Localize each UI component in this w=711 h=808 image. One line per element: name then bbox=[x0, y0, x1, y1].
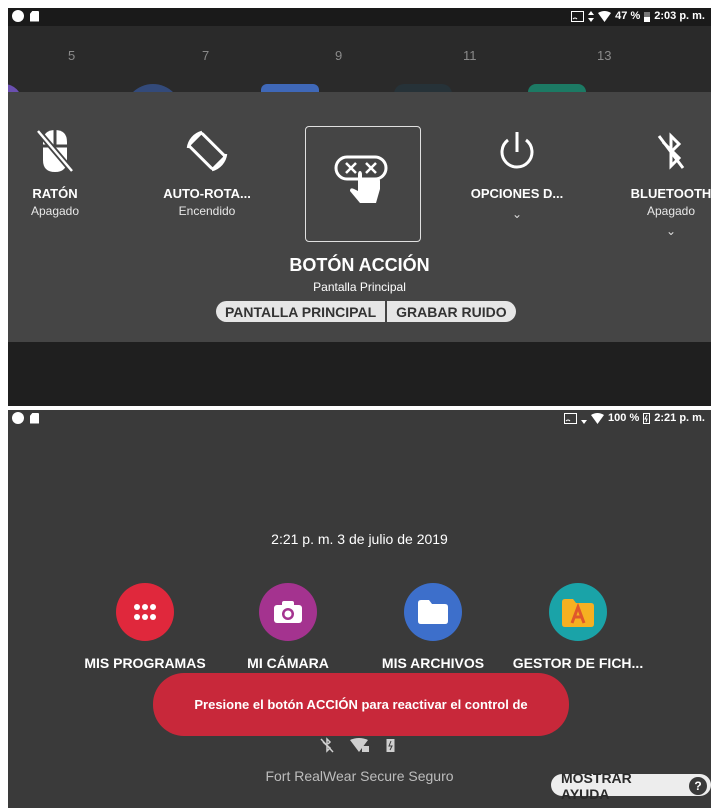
launcher-number: 7 bbox=[202, 48, 210, 63]
battery-icon bbox=[644, 11, 651, 22]
quick-settings-panel: RATÓN Apagado AUTO-ROTA... Encendido OPC… bbox=[8, 92, 711, 342]
lock-screen-indicators bbox=[320, 737, 395, 753]
tile-label: BLUETOOTH bbox=[630, 186, 711, 201]
action-button-tile[interactable] bbox=[305, 126, 421, 242]
tile-label: AUTO-ROTA... bbox=[163, 186, 251, 201]
app-label: GESTOR DE FICH... bbox=[512, 655, 644, 671]
status-time: 2:03 p. m. bbox=[654, 10, 705, 22]
launcher-number: 5 bbox=[68, 48, 76, 63]
power-icon bbox=[500, 132, 534, 169]
toast-message: Presione el botón ACCIÓN para reactivar … bbox=[153, 673, 569, 736]
notification-dot-icon bbox=[12, 412, 24, 424]
bluetooth-off-icon bbox=[657, 132, 685, 170]
tile-bluetooth[interactable]: BLUETOOTH Apagado ⌄ bbox=[606, 128, 711, 238]
launcher-number: 11 bbox=[463, 48, 477, 63]
battery-charging-icon bbox=[643, 413, 651, 424]
cast-icon bbox=[571, 10, 585, 22]
wifi-icon bbox=[591, 412, 605, 424]
mouse-off-icon bbox=[35, 129, 75, 173]
tile-status: Apagado bbox=[646, 204, 696, 218]
launcher-number: 13 bbox=[597, 48, 612, 63]
help-icon: ? bbox=[689, 777, 707, 795]
tile-label: RATÓN bbox=[32, 186, 78, 201]
camera-icon bbox=[259, 583, 317, 641]
lock-screen-datetime: 2:21 p. m. 3 de julio de 2019 bbox=[271, 531, 448, 547]
data-arrows-icon bbox=[581, 419, 588, 424]
tile-mouse[interactable]: RATÓN Apagado bbox=[8, 128, 120, 218]
wifi-lock-icon bbox=[350, 738, 369, 752]
tile-power-options[interactable]: OPCIONES D... ⌄ bbox=[452, 128, 582, 221]
launcher-background: 5 7 9 11 13 bbox=[8, 26, 711, 114]
action-button-subtitle: Pantalla Principal bbox=[313, 280, 406, 294]
app-mis-programas[interactable]: MIS PROGRAMAS bbox=[75, 583, 215, 671]
status-bar: 47 % 2:03 p. m. bbox=[8, 8, 711, 26]
battery-charging-icon bbox=[386, 739, 395, 752]
action-button-title: BOTÓN ACCIÓN bbox=[289, 255, 430, 275]
app-gestor-de-ficheros[interactable]: GESTOR DE FICH... bbox=[508, 583, 648, 671]
cast-icon bbox=[564, 412, 578, 424]
sd-card-icon bbox=[30, 412, 39, 424]
action-mode-selector: PANTALLA PRINCIPAL GRABAR RUIDO bbox=[216, 301, 516, 322]
app-mi-camara[interactable]: MI CÁMARA bbox=[218, 583, 358, 671]
app-label: MI CÁMARA bbox=[247, 655, 329, 671]
bluetooth-off-icon bbox=[320, 737, 334, 753]
status-bar: 100 % 2:21 p. m. bbox=[8, 410, 711, 428]
chevron-down-icon[interactable]: ⌄ bbox=[606, 224, 711, 238]
show-help-button[interactable]: MOSTRAR AYUDA ? bbox=[551, 770, 711, 802]
tile-auto-rotate[interactable]: AUTO-ROTA... Encendido bbox=[142, 128, 272, 218]
quick-settings-screenshot: 47 % 2:03 p. m. 5 7 9 11 13 RATÓN Apagad… bbox=[8, 8, 711, 406]
file-manager-icon bbox=[549, 583, 607, 641]
battery-percent: 47 % bbox=[615, 10, 641, 22]
app-mis-archivos[interactable]: MIS ARCHIVOS bbox=[363, 583, 503, 671]
app-label: MIS PROGRAMAS bbox=[84, 655, 206, 671]
battery-percent: 100 % bbox=[608, 412, 640, 424]
sd-card-icon bbox=[30, 10, 39, 22]
option-pantalla-principal[interactable]: PANTALLA PRINCIPAL bbox=[216, 301, 386, 322]
app-label: MIS ARCHIVOS bbox=[381, 655, 485, 671]
data-arrows-icon bbox=[588, 10, 595, 22]
launcher-number: 9 bbox=[335, 48, 343, 63]
tile-status: Encendido bbox=[178, 204, 236, 218]
action-button-press-icon bbox=[334, 155, 388, 203]
background-area bbox=[8, 342, 711, 406]
apps-grid-icon bbox=[116, 583, 174, 641]
tile-label: OPCIONES D... bbox=[470, 186, 564, 201]
tile-status: Apagado bbox=[30, 204, 80, 218]
option-grabar-ruido[interactable]: GRABAR RUIDO bbox=[387, 301, 516, 322]
folder-icon bbox=[404, 583, 462, 641]
notification-dot-icon bbox=[12, 10, 24, 22]
status-time: 2:21 p. m. bbox=[654, 412, 705, 424]
chevron-down-icon[interactable]: ⌄ bbox=[452, 207, 582, 221]
screen-rotation-icon bbox=[186, 130, 228, 172]
wifi-icon bbox=[598, 10, 612, 22]
show-help-label: MOSTRAR AYUDA bbox=[561, 770, 632, 802]
lock-screen-screenshot: 100 % 2:21 p. m. 2:21 p. m. 3 de julio d… bbox=[8, 410, 711, 808]
